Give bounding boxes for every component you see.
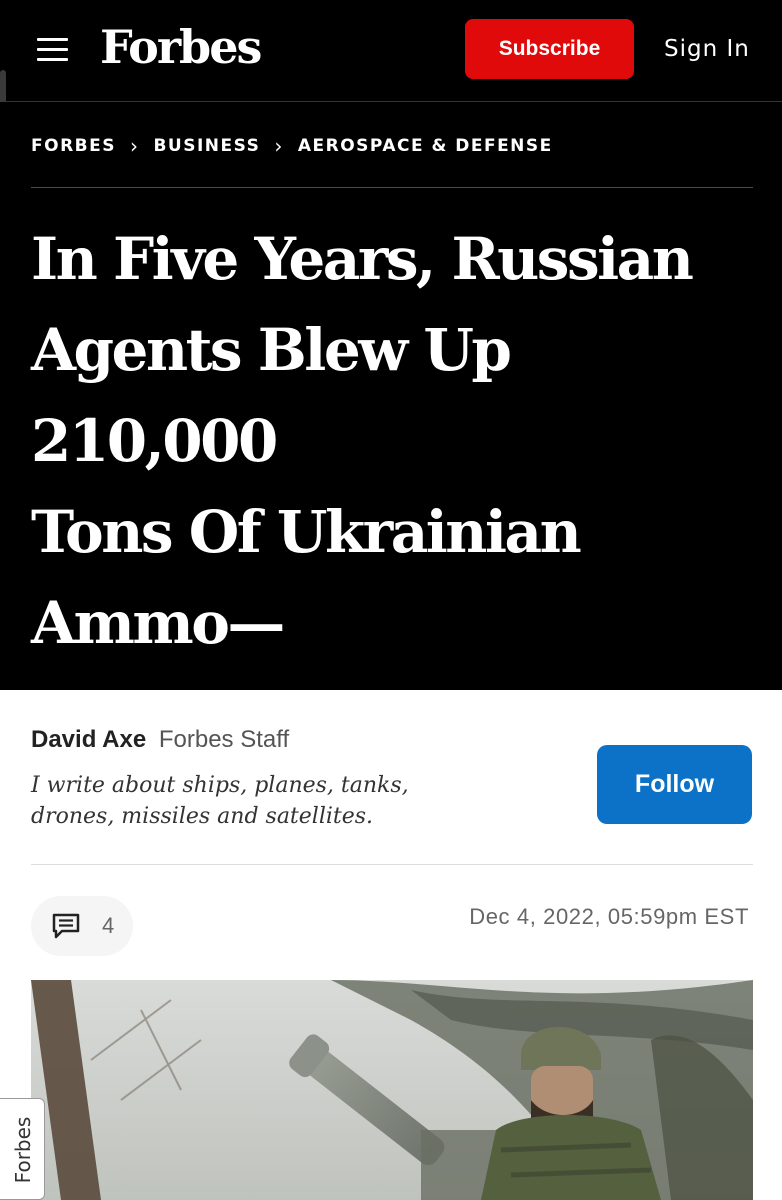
sign-in-link[interactable]: Sign In xyxy=(664,36,750,62)
publish-date: Dec 4, 2022, 05:59pm EST xyxy=(469,904,749,929)
soldier-artillery-photo xyxy=(31,980,753,1200)
author-bio-line: drones, missiles and satellites. xyxy=(31,804,374,829)
chevron-right-icon: › xyxy=(274,134,284,158)
hamburger-menu-icon[interactable] xyxy=(37,38,68,62)
breadcrumb-aerospace-defense[interactable]: AEROSPACE & DEFENSE xyxy=(298,136,553,156)
headline-line: Agents Blew Up 210,000 xyxy=(31,316,512,475)
divider xyxy=(31,187,753,188)
breadcrumb-business[interactable]: BUSINESS xyxy=(153,136,260,156)
author-byline: David Axe Forbes Staff xyxy=(31,726,289,754)
follow-button[interactable]: Follow xyxy=(597,745,752,824)
author-bio-line: I write about ships, planes, tanks, xyxy=(31,773,409,798)
subscribe-button[interactable]: Subscribe xyxy=(465,19,634,79)
top-navigation-bar: Forbes Subscribe Sign In xyxy=(0,0,782,102)
author-name[interactable]: David Axe xyxy=(31,726,146,753)
comments-button[interactable]: 4 xyxy=(31,896,133,956)
forbes-side-tab[interactable]: Forbes xyxy=(0,1098,45,1200)
forbes-logo[interactable]: Forbes xyxy=(100,20,262,74)
comment-bubble-icon xyxy=(52,913,80,939)
article-hero: FORBES › BUSINESS › AEROSPACE & DEFENSE … xyxy=(0,102,782,930)
breadcrumb-forbes[interactable]: FORBES xyxy=(31,136,116,156)
article-hero-image xyxy=(31,980,753,1200)
comment-count: 4 xyxy=(102,913,115,938)
breadcrumb: FORBES › BUSINESS › AEROSPACE & DEFENSE xyxy=(31,134,553,158)
author-bio: I write about ships, planes, tanks, dron… xyxy=(31,770,501,832)
headline-line: In Five Years, Russian xyxy=(31,225,694,293)
side-tab-label: Forbes xyxy=(11,1116,35,1184)
author-role: Forbes Staff xyxy=(158,726,290,753)
article-headline: In Five Years, Russian Agents Blew Up 21… xyxy=(31,214,751,942)
headline-line: Tons Of Ukrainian Ammo— xyxy=(31,498,582,657)
chevron-right-icon: › xyxy=(129,134,140,158)
divider xyxy=(31,864,753,865)
